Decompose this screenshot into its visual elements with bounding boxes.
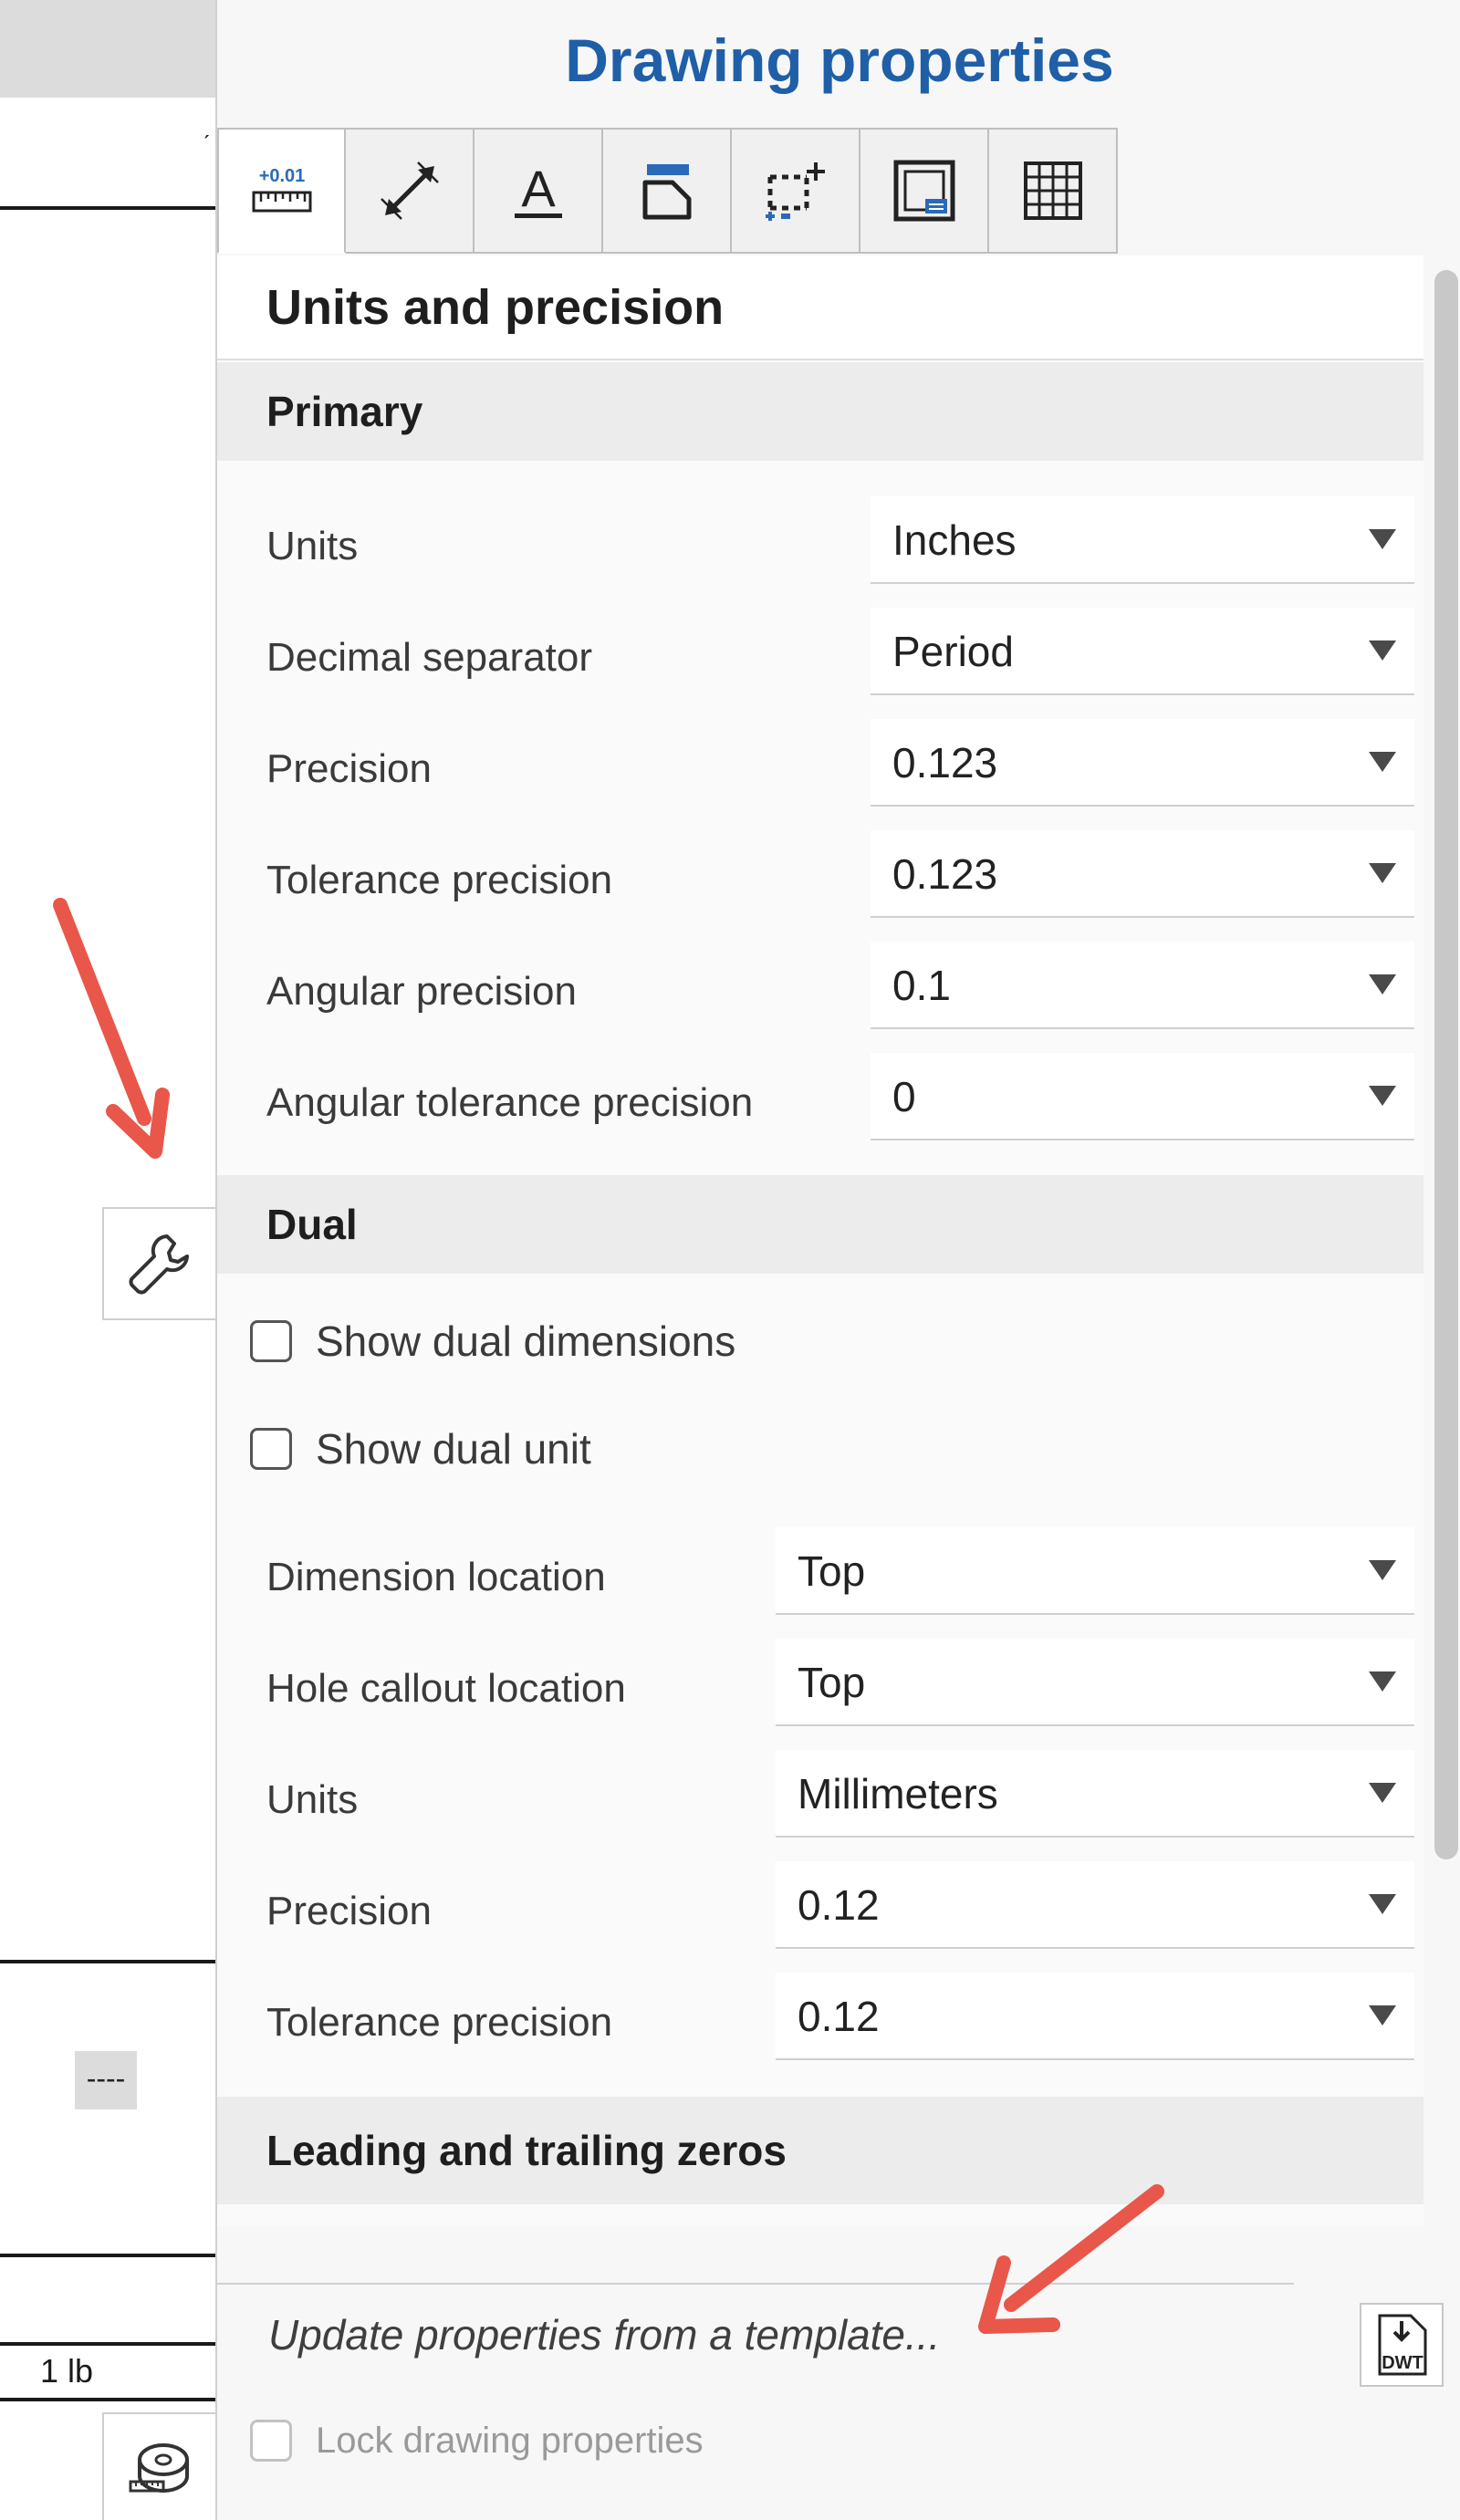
dual-units-value: Millimeters <box>798 1770 998 1817</box>
decimal-separator-value: Period <box>892 628 1014 675</box>
import-dwt-button[interactable]: DWT <box>1360 2303 1444 2387</box>
chevron-down-icon <box>1369 1894 1396 1914</box>
drawing-line <box>0 2398 215 2401</box>
callout-icon <box>642 164 691 220</box>
primary-precision-label: Precision <box>266 746 432 791</box>
tape-measure-icon <box>129 2443 189 2493</box>
angular-precision-value: 0.1 <box>892 962 951 1009</box>
lock-drawing-properties-label: Lock drawing properties <box>316 2420 704 2461</box>
show-dual-unit-label: Show dual unit <box>316 1425 591 1473</box>
dual-tolerance-precision-value: 0.12 <box>798 1993 880 2040</box>
dual-units-select[interactable]: Millimeters <box>776 1750 1414 1838</box>
panel-title: Drawing properties <box>565 26 1114 94</box>
dual-precision-label: Precision <box>266 1889 432 1933</box>
chevron-down-icon <box>1369 1560 1396 1580</box>
text-icon-label: A <box>521 160 556 217</box>
wrench-icon <box>129 1234 189 1295</box>
primary-units-label: Units <box>266 524 359 568</box>
drawing-line <box>0 206 215 210</box>
units-precision-icon-label: +0.01 <box>258 166 305 186</box>
angular-tolerance-precision-select[interactable]: 0 <box>871 1053 1414 1140</box>
primary-units-select[interactable]: Inches <box>871 496 1414 584</box>
drawing-line <box>0 2342 215 2346</box>
tab-callouts[interactable] <box>603 128 732 254</box>
placeholder-field[interactable]: ---- <box>75 2051 137 2109</box>
primary-precision-value: 0.123 <box>892 739 998 786</box>
primary-tolerance-precision-label: Tolerance precision <box>266 858 613 902</box>
angular-tolerance-precision-label: Angular tolerance precision <box>266 1080 754 1125</box>
hole-callout-location-value: Top <box>798 1659 866 1706</box>
primary-tolerance-precision-select[interactable]: 0.123 <box>871 830 1414 918</box>
primary-units-value: Inches <box>892 516 1017 564</box>
angular-precision-select[interactable]: 0.1 <box>871 942 1414 1029</box>
drawing-line <box>0 1960 215 1963</box>
hole-callout-location-label: Hole callout location <box>266 1666 626 1711</box>
table-grid-icon <box>1023 161 1082 220</box>
show-dual-dimensions-checkbox[interactable] <box>250 1320 292 1362</box>
show-dual-unit-row[interactable]: Show dual unit <box>250 1421 591 1476</box>
units-precision-icon: +0.01 <box>252 166 311 213</box>
dimension-arrow-icon <box>380 161 439 220</box>
canvas-top-band <box>0 0 215 98</box>
dimension-location-value: Top <box>798 1547 866 1595</box>
dwt-file-icon: DWT <box>1378 2314 1427 2376</box>
section-title: Units and precision <box>217 255 1424 360</box>
chevron-down-icon <box>1369 863 1396 883</box>
footer-divider <box>217 2283 1294 2285</box>
dual-precision-select[interactable]: 0.12 <box>776 1861 1414 1949</box>
dual-heading: Dual <box>217 1175 1424 1274</box>
update-from-template-link[interactable]: Update properties from a template... <box>268 2310 940 2359</box>
panel-scrollbar[interactable] <box>1434 270 1458 1859</box>
angular-precision-label: Angular precision <box>266 969 577 1014</box>
primary-tolerance-precision-value: 0.123 <box>892 850 998 898</box>
hole-callout-location-select[interactable]: Top <box>776 1639 1414 1726</box>
drawing-properties-button[interactable] <box>102 1207 215 1320</box>
chevron-down-icon <box>1369 640 1396 661</box>
chevron-down-icon <box>1369 1783 1396 1803</box>
chevron-down-icon <box>1369 1086 1396 1106</box>
angular-tolerance-precision-value: 0 <box>892 1073 916 1120</box>
tab-tables[interactable] <box>989 128 1118 254</box>
chevron-down-icon <box>1369 974 1396 994</box>
dwt-label: DWT <box>1382 2353 1424 2373</box>
drawing-line <box>0 2254 215 2257</box>
tab-border[interactable] <box>860 128 989 254</box>
chevron-down-icon <box>1369 2005 1396 2025</box>
dual-tolerance-precision-select[interactable]: 0.12 <box>776 1973 1414 2060</box>
show-dual-dimensions-label: Show dual dimensions <box>316 1317 736 1365</box>
dimension-location-select[interactable]: Top <box>776 1527 1414 1615</box>
border-icon <box>893 160 954 222</box>
leading-trailing-zeros-heading: Leading and trailing zeros <box>217 2097 1424 2204</box>
tab-frame[interactable] <box>732 128 860 254</box>
show-dual-dimensions-row[interactable]: Show dual dimensions <box>250 1314 735 1369</box>
text-icon: A <box>514 160 562 218</box>
lock-drawing-properties-checkbox[interactable] <box>250 2420 292 2462</box>
chevron-down-icon <box>1369 752 1396 772</box>
decimal-separator-label: Decimal separator <box>266 635 593 680</box>
tab-dimensions[interactable] <box>346 128 474 254</box>
chevron-down-icon <box>1369 1671 1396 1692</box>
lock-drawing-properties-row[interactable]: Lock drawing properties <box>250 2420 704 2462</box>
dimension-location-label: Dimension location <box>266 1555 606 1599</box>
tab-text[interactable]: A <box>474 128 603 254</box>
frame-add-icon <box>765 162 825 221</box>
properties-scroll-area[interactable]: Units and precision Primary Units Inches… <box>217 255 1424 2226</box>
weight-value: 1 lb <box>40 2352 94 2390</box>
decimal-separator-select[interactable]: Period <box>871 608 1414 695</box>
drawing-properties-panel: Drawing properties +0.01 A Units and pre… <box>215 0 1460 2520</box>
primary-heading: Primary <box>217 362 1424 461</box>
chevron-down-icon <box>1369 529 1396 549</box>
tab-units-precision[interactable]: +0.01 <box>217 128 346 254</box>
properties-tabs: +0.01 A <box>217 128 1118 254</box>
dual-tolerance-precision-label: Tolerance precision <box>266 2000 613 2045</box>
primary-precision-select[interactable]: 0.123 <box>871 719 1414 807</box>
drawing-tick-mark: ˊ <box>203 130 211 158</box>
measure-button[interactable] <box>102 2412 215 2520</box>
dual-precision-value: 0.12 <box>798 1881 880 1929</box>
dual-units-label: Units <box>266 1777 359 1822</box>
show-dual-unit-checkbox[interactable] <box>250 1428 292 1470</box>
